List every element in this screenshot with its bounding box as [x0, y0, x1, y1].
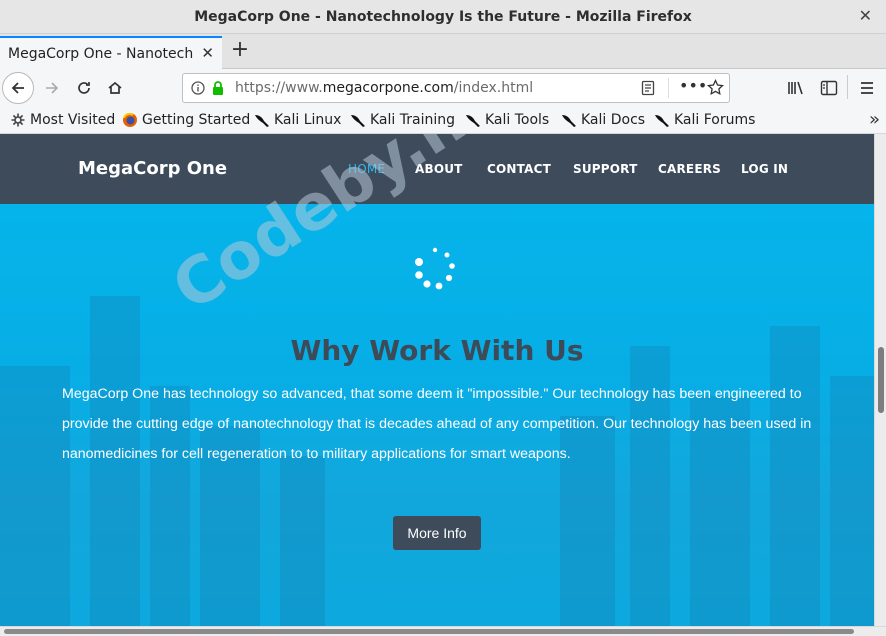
bookmark-label: Kali Tools [485, 112, 550, 128]
bookmarks-overflow-icon[interactable]: » [869, 109, 880, 130]
hamburger-menu-icon[interactable] [859, 80, 875, 96]
reload-button[interactable] [68, 72, 100, 104]
tab-close-icon[interactable]: ✕ [201, 44, 214, 62]
loading-spinner-icon [415, 247, 455, 290]
vertical-scrollbar[interactable] [874, 134, 886, 626]
nav-log-in[interactable]: LOG IN [741, 162, 788, 176]
forward-arrow-icon [46, 82, 59, 94]
city-building [770, 326, 820, 626]
city-building [0, 366, 70, 626]
hero-title: Why Work With Us [290, 334, 584, 367]
forward-button[interactable] [36, 72, 68, 104]
site-brand[interactable]: MegaCorp One [78, 158, 227, 179]
hero-description: MegaCorp One has technology so advanced,… [62, 386, 812, 462]
lock-icon[interactable] [211, 80, 225, 96]
city-building [830, 376, 874, 626]
kali-dragon-icon [654, 112, 670, 128]
tab-megacorp[interactable]: MegaCorp One - Nanotechnology Is the Fut… [0, 36, 222, 69]
window-close-icon[interactable]: ✕ [859, 6, 872, 25]
gear-icon [10, 112, 26, 128]
back-button[interactable] [2, 72, 34, 104]
firefox-icon [122, 112, 138, 128]
navigation-toolbar: https://www.megacorpone.com/index.html •… [0, 69, 886, 107]
kali-dragon-icon [465, 112, 481, 128]
bookmark-kali-linux[interactable]: Kali Linux [254, 110, 341, 130]
nav-careers[interactable]: CAREERS [658, 162, 721, 176]
bookmark-kali-tools[interactable]: Kali Tools [465, 110, 549, 130]
window-titlebar: MegaCorp One - Nanotechnology Is the Fut… [0, 0, 886, 34]
bookmark-kali-training[interactable]: Kali Training [350, 110, 455, 130]
sidebar-icon[interactable] [820, 80, 838, 96]
window-title: MegaCorp One - Nanotechnology Is the Fut… [194, 8, 692, 25]
bookmark-kali-forums[interactable]: Kali Forums [654, 110, 755, 130]
home-icon [108, 81, 122, 94]
horizontal-scrollbar[interactable] [0, 626, 886, 636]
page-actions-icon[interactable]: ••• [679, 76, 707, 95]
bookmark-label: Kali Linux [274, 112, 342, 128]
home-button[interactable] [99, 72, 131, 104]
bookmark-most-visited[interactable]: Most Visited [10, 110, 115, 130]
tab-label: MegaCorp One - Nanotechnology Is the Fut… [8, 45, 193, 62]
bookmark-label: Kali Docs [581, 112, 646, 128]
nav-support[interactable]: SUPPORT [573, 162, 637, 176]
bookmark-getting-started[interactable]: Getting Started [122, 110, 250, 130]
reload-icon [78, 82, 90, 94]
toolbar-divider [847, 75, 848, 99]
vertical-scrollbar-thumb[interactable] [878, 347, 884, 413]
city-building [280, 456, 325, 626]
nav-contact[interactable]: CONTACT [487, 162, 551, 176]
tab-strip: MegaCorp One - Nanotechnology Is the Fut… [0, 34, 886, 69]
bookmark-label: Kali Forums [674, 112, 756, 128]
more-info-button[interactable]: More Info [393, 516, 481, 550]
new-tab-icon[interactable]: + [228, 38, 252, 64]
url-bar[interactable]: https://www.megacorpone.com/index.html •… [182, 73, 730, 103]
urlbar-divider [668, 78, 669, 98]
url-text[interactable]: https://www.megacorpone.com/index.html [235, 80, 533, 96]
web-page: MegaCorp One HOME ABOUT CONTACT SUPPORT … [0, 134, 874, 626]
kali-dragon-icon [561, 112, 577, 128]
library-icon[interactable] [787, 80, 805, 96]
bookmark-label: Getting Started [142, 112, 251, 128]
bookmark-star-icon[interactable] [707, 79, 724, 96]
kali-dragon-icon [254, 112, 270, 128]
bookmarks-toolbar: Most Visited Getting Started Kali Linux … [0, 107, 886, 134]
kali-dragon-icon [350, 112, 366, 128]
bookmark-kali-docs[interactable]: Kali Docs [561, 110, 645, 130]
bookmark-label: Most Visited [30, 112, 116, 128]
horizontal-scrollbar-thumb[interactable] [4, 629, 854, 634]
reader-view-icon[interactable] [641, 80, 655, 96]
info-icon[interactable] [191, 81, 205, 95]
bookmark-label: Kali Training [370, 112, 455, 128]
back-arrow-icon [11, 82, 24, 94]
hero-section: Why Work With Us MegaCorp One has techno… [0, 204, 874, 626]
